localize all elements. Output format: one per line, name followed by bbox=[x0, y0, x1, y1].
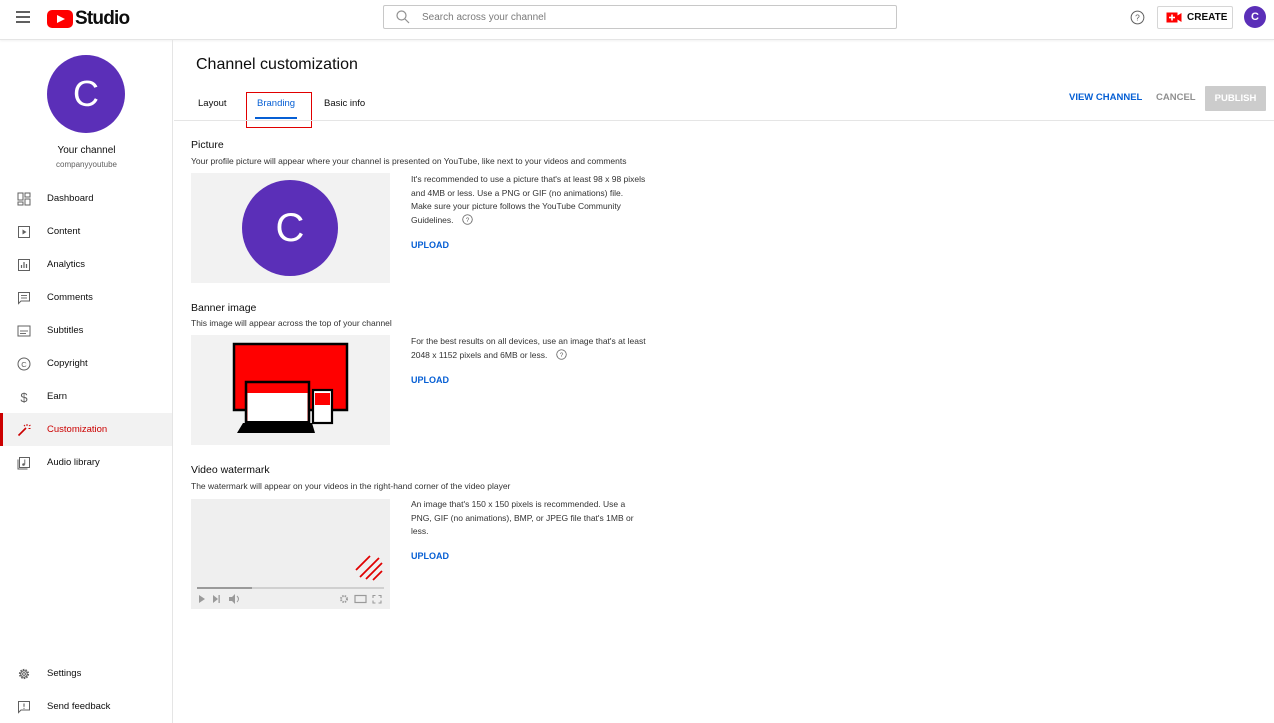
sidebar-item-label: Send feedback bbox=[47, 701, 111, 712]
top-bar: Studio ? CREATE C bbox=[0, 0, 1274, 40]
sidebar-item-comments[interactable]: Comments bbox=[0, 281, 172, 314]
publish-button[interactable]: PUBLISH bbox=[1205, 86, 1266, 111]
sidebar-item-label: Subtitles bbox=[47, 325, 84, 336]
channel-label: Your channel bbox=[57, 145, 116, 156]
sidebar: C Your channel companyyoutube Dashboard … bbox=[0, 40, 173, 723]
search-icon bbox=[396, 10, 410, 24]
create-label: CREATE bbox=[1187, 12, 1228, 23]
account-avatar[interactable]: C bbox=[1244, 6, 1266, 28]
banner-info: For the best results on all devices, use… bbox=[411, 335, 646, 362]
banner-preview bbox=[191, 335, 390, 445]
picture-preview: C bbox=[191, 173, 390, 283]
sidebar-item-label: Copyright bbox=[47, 358, 88, 369]
watermark-info: An image that's 150 x 150 pixels is reco… bbox=[411, 499, 634, 536]
earn-icon: $ bbox=[20, 390, 28, 404]
sidebar-item-settings[interactable]: Settings bbox=[0, 657, 172, 690]
picture-info-text: It's recommended to use a picture that's… bbox=[411, 174, 646, 225]
svg-text:?: ? bbox=[1135, 13, 1140, 23]
studio-logo[interactable]: Studio bbox=[47, 8, 130, 30]
subtitles-icon bbox=[17, 325, 31, 336]
tab-layout[interactable]: Layout bbox=[198, 98, 227, 109]
sidebar-item-copyright[interactable]: C Copyright bbox=[0, 347, 172, 380]
svg-text:?: ? bbox=[559, 351, 563, 358]
sidebar-item-label: Settings bbox=[47, 668, 82, 679]
content-icon bbox=[18, 225, 30, 238]
feedback-icon bbox=[18, 700, 30, 714]
view-channel-button[interactable]: VIEW CHANNEL bbox=[1069, 92, 1142, 103]
audio-library-icon bbox=[17, 456, 30, 469]
channel-handle: companyyoutube bbox=[56, 160, 117, 169]
help-icon[interactable]: ? bbox=[556, 348, 567, 360]
picture-upload-button[interactable]: UPLOAD bbox=[411, 240, 449, 250]
watermark-title: Video watermark bbox=[191, 464, 270, 476]
picture-title: Picture bbox=[191, 139, 224, 151]
tab-basic-info[interactable]: Basic info bbox=[324, 98, 365, 109]
svg-text:?: ? bbox=[466, 216, 470, 223]
copyright-icon: C bbox=[17, 357, 31, 370]
sidebar-item-label: Comments bbox=[47, 292, 93, 303]
sidebar-item-send-feedback[interactable]: Send feedback bbox=[0, 690, 172, 723]
sidebar-item-label: Earn bbox=[47, 391, 68, 402]
picture-info: It's recommended to use a picture that's… bbox=[411, 173, 646, 227]
create-button[interactable]: CREATE bbox=[1157, 6, 1233, 29]
watermark-upload-button[interactable]: UPLOAD bbox=[411, 551, 449, 561]
banner-devices-illustration bbox=[232, 342, 349, 433]
search-input[interactable] bbox=[422, 11, 882, 23]
sidebar-item-content[interactable]: Content bbox=[0, 215, 172, 248]
watermark-preview bbox=[191, 499, 390, 609]
banner-description: This image will appear across the top of… bbox=[191, 318, 392, 328]
sidebar-item-earn[interactable]: $ Earn bbox=[0, 380, 172, 413]
youtube-play-icon bbox=[47, 10, 73, 28]
svg-text:C: C bbox=[21, 359, 27, 368]
channel-avatar[interactable]: C bbox=[47, 55, 125, 133]
create-video-icon bbox=[1166, 12, 1182, 23]
sidebar-item-subtitles[interactable]: Subtitles bbox=[0, 314, 172, 347]
page-title: Channel customization bbox=[196, 56, 358, 73]
sidebar-item-dashboard[interactable]: Dashboard bbox=[0, 182, 172, 215]
sidebar-item-label: Dashboard bbox=[47, 193, 94, 204]
profile-picture: C bbox=[242, 180, 338, 276]
search-box[interactable] bbox=[383, 5, 897, 29]
cancel-button[interactable]: CANCEL bbox=[1156, 92, 1196, 103]
help-icon[interactable]: ? bbox=[462, 213, 473, 225]
sidebar-item-audio-library[interactable]: Audio library bbox=[0, 446, 172, 479]
video-player-illustration bbox=[197, 555, 384, 604]
watermark-description: The watermark will appear on your videos… bbox=[191, 481, 511, 491]
banner-info-text: For the best results on all devices, use… bbox=[411, 336, 646, 360]
menu-icon[interactable] bbox=[16, 11, 30, 23]
sidebar-item-label: Content bbox=[47, 226, 81, 237]
sidebar-item-label: Customization bbox=[47, 424, 108, 435]
logo-text: Studio bbox=[75, 8, 130, 29]
banner-upload-button[interactable]: UPLOAD bbox=[411, 375, 449, 385]
sidebar-item-customization[interactable]: Customization bbox=[0, 413, 172, 446]
customization-icon bbox=[17, 423, 31, 436]
sidebar-item-label: Audio library bbox=[47, 457, 100, 468]
sidebar-item-analytics[interactable]: Analytics bbox=[0, 248, 172, 281]
comments-icon bbox=[18, 291, 30, 305]
help-icon[interactable]: ? bbox=[1130, 10, 1145, 25]
svg-text:$: $ bbox=[20, 390, 28, 404]
dashboard-icon bbox=[17, 192, 31, 205]
analytics-icon bbox=[18, 258, 30, 271]
sidebar-item-label: Analytics bbox=[47, 259, 86, 270]
tabs-divider bbox=[174, 120, 1274, 121]
picture-description: Your profile picture will appear where y… bbox=[191, 156, 627, 166]
gear-icon bbox=[18, 668, 30, 679]
banner-title: Banner image bbox=[191, 302, 257, 314]
tab-highlight-box bbox=[246, 92, 312, 128]
